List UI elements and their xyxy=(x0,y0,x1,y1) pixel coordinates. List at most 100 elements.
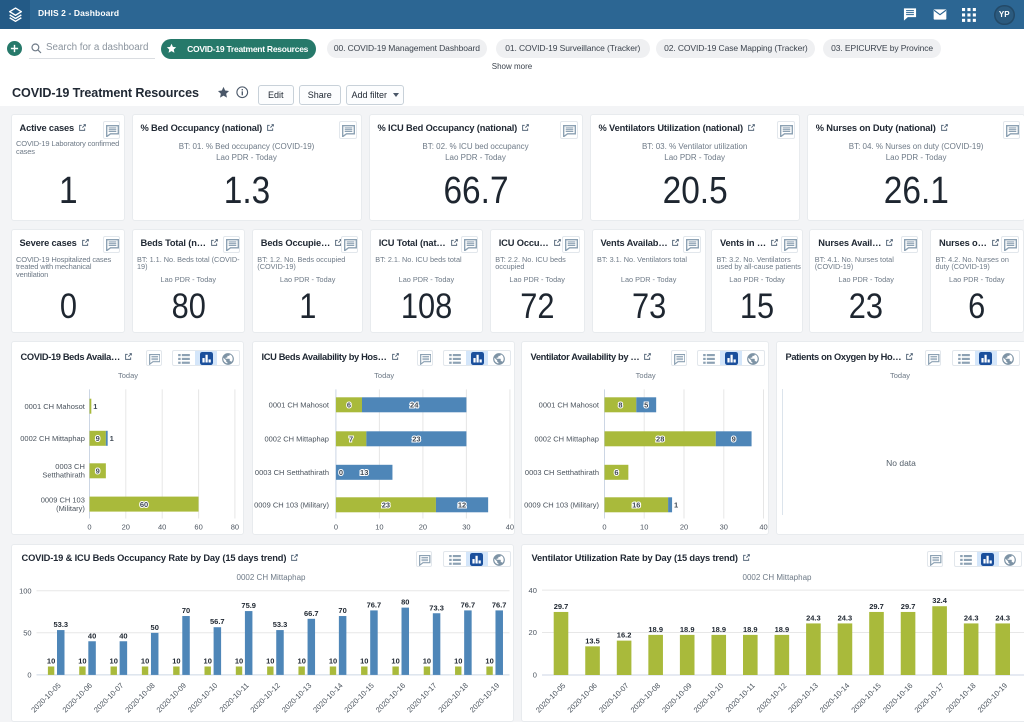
svg-text:24.3: 24.3 xyxy=(995,613,1010,622)
svg-text:0003 CH Setthathirath: 0003 CH Setthathirath xyxy=(254,468,328,477)
svg-text:24.3: 24.3 xyxy=(963,613,978,622)
svg-text:32.4: 32.4 xyxy=(932,596,947,605)
svg-text:0003 CH Setthathirath: 0003 CH Setthathirath xyxy=(524,468,598,477)
svg-text:2020-10-13: 2020-10-13 xyxy=(786,681,819,714)
svg-text:2020-10-12: 2020-10-12 xyxy=(754,681,787,714)
svg-text:0009 CH 103 (Military): 0009 CH 103 (Military) xyxy=(254,501,329,510)
svg-text:2020-10-15: 2020-10-15 xyxy=(849,681,882,714)
svg-text:76.7: 76.7 xyxy=(460,600,475,609)
svg-text:1: 1 xyxy=(674,501,678,510)
svg-text:10: 10 xyxy=(422,656,430,665)
svg-text:10: 10 xyxy=(46,656,54,665)
svg-text:75.9: 75.9 xyxy=(241,601,256,610)
svg-text:2020-10-17: 2020-10-17 xyxy=(405,681,438,714)
svg-text:2020-10-14: 2020-10-14 xyxy=(311,681,344,714)
svg-text:10: 10 xyxy=(297,656,305,665)
svg-text:0: 0 xyxy=(532,670,536,679)
svg-text:2020-10-05: 2020-10-05 xyxy=(29,681,62,714)
svg-text:10: 10 xyxy=(454,656,462,665)
svg-text:53.3: 53.3 xyxy=(272,620,287,629)
svg-text:2020-10-08: 2020-10-08 xyxy=(123,681,156,714)
svg-text:80: 80 xyxy=(401,597,409,606)
svg-text:0009 CH 103: 0009 CH 103 xyxy=(40,496,84,505)
svg-text:24: 24 xyxy=(410,401,419,410)
svg-text:2020-10-11: 2020-10-11 xyxy=(723,681,756,714)
svg-text:10: 10 xyxy=(375,523,383,532)
svg-text:2020-10-06: 2020-10-06 xyxy=(565,681,598,714)
svg-text:2020-10-10: 2020-10-10 xyxy=(185,681,218,714)
svg-text:1: 1 xyxy=(109,434,113,443)
svg-text:2020-10-09: 2020-10-09 xyxy=(660,681,693,714)
svg-text:0001 CH Mahosot: 0001 CH Mahosot xyxy=(24,402,85,411)
svg-text:23: 23 xyxy=(412,435,420,444)
svg-text:(Military): (Military) xyxy=(56,504,85,513)
svg-text:2020-10-18: 2020-10-18 xyxy=(436,681,469,714)
svg-text:9: 9 xyxy=(95,467,99,476)
svg-text:12: 12 xyxy=(457,501,465,510)
svg-text:2020-10-09: 2020-10-09 xyxy=(154,681,187,714)
svg-text:0002 CH Mittaphap: 0002 CH Mittaphap xyxy=(20,434,85,443)
svg-text:53.3: 53.3 xyxy=(53,620,68,629)
svg-text:8: 8 xyxy=(618,401,622,410)
svg-text:0: 0 xyxy=(87,523,91,532)
svg-text:0: 0 xyxy=(338,468,342,477)
svg-text:29.7: 29.7 xyxy=(869,602,884,611)
svg-text:2020-10-19: 2020-10-19 xyxy=(975,681,1008,714)
svg-text:24.3: 24.3 xyxy=(837,613,852,622)
svg-text:56.7: 56.7 xyxy=(210,617,225,626)
svg-text:0002 CH Mittaphap: 0002 CH Mittaphap xyxy=(264,435,329,444)
svg-text:0: 0 xyxy=(333,523,337,532)
svg-text:2020-10-16: 2020-10-16 xyxy=(373,681,406,714)
svg-text:20: 20 xyxy=(679,523,687,532)
svg-text:2020-10-08: 2020-10-08 xyxy=(628,681,661,714)
svg-text:2020-10-07: 2020-10-07 xyxy=(91,681,124,714)
svg-text:18.9: 18.9 xyxy=(742,625,757,634)
svg-text:2020-10-12: 2020-10-12 xyxy=(248,681,281,714)
svg-text:2020-10-07: 2020-10-07 xyxy=(597,681,630,714)
svg-text:29.7: 29.7 xyxy=(900,602,915,611)
svg-text:18.9: 18.9 xyxy=(711,625,726,634)
svg-text:50: 50 xyxy=(23,628,31,637)
svg-text:40: 40 xyxy=(759,523,767,532)
svg-text:0009 CH 103 (Military): 0009 CH 103 (Military) xyxy=(524,501,599,510)
svg-text:18.9: 18.9 xyxy=(648,625,663,634)
svg-text:6: 6 xyxy=(614,468,618,477)
svg-text:13: 13 xyxy=(360,468,368,477)
svg-text:2020-10-11: 2020-10-11 xyxy=(217,681,250,714)
svg-text:40: 40 xyxy=(119,631,127,640)
svg-text:10: 10 xyxy=(360,656,368,665)
svg-text:Setthathirath: Setthathirath xyxy=(42,471,85,480)
svg-text:70: 70 xyxy=(181,606,189,615)
svg-text:70: 70 xyxy=(338,606,346,615)
svg-text:10: 10 xyxy=(485,656,493,665)
svg-text:16.2: 16.2 xyxy=(616,630,631,639)
svg-text:24.3: 24.3 xyxy=(806,613,821,622)
svg-text:0001 CH Mahosot: 0001 CH Mahosot xyxy=(268,401,329,410)
svg-text:30: 30 xyxy=(462,523,470,532)
svg-text:18.9: 18.9 xyxy=(679,625,694,634)
svg-text:10: 10 xyxy=(234,656,242,665)
svg-text:2020-10-17: 2020-10-17 xyxy=(912,681,945,714)
svg-text:10: 10 xyxy=(328,656,336,665)
svg-text:0: 0 xyxy=(27,670,31,679)
svg-text:28: 28 xyxy=(656,435,664,444)
svg-text:2020-10-06: 2020-10-06 xyxy=(60,681,93,714)
svg-text:9: 9 xyxy=(95,434,99,443)
svg-text:18.9: 18.9 xyxy=(774,625,789,634)
svg-text:30: 30 xyxy=(719,523,727,532)
svg-text:10: 10 xyxy=(78,656,86,665)
svg-text:2020-10-15: 2020-10-15 xyxy=(342,681,375,714)
svg-text:5: 5 xyxy=(644,401,648,410)
svg-text:66.7: 66.7 xyxy=(304,609,319,618)
svg-text:10: 10 xyxy=(640,523,648,532)
svg-text:40: 40 xyxy=(158,523,166,532)
svg-text:6: 6 xyxy=(346,401,350,410)
svg-text:40: 40 xyxy=(505,523,513,532)
svg-text:10: 10 xyxy=(109,656,117,665)
svg-text:0003 CH: 0003 CH xyxy=(55,462,85,471)
svg-text:2020-10-13: 2020-10-13 xyxy=(279,681,312,714)
svg-text:40: 40 xyxy=(87,631,95,640)
svg-text:2020-10-14: 2020-10-14 xyxy=(817,681,850,714)
svg-text:80: 80 xyxy=(230,523,238,532)
svg-text:1: 1 xyxy=(93,402,97,411)
